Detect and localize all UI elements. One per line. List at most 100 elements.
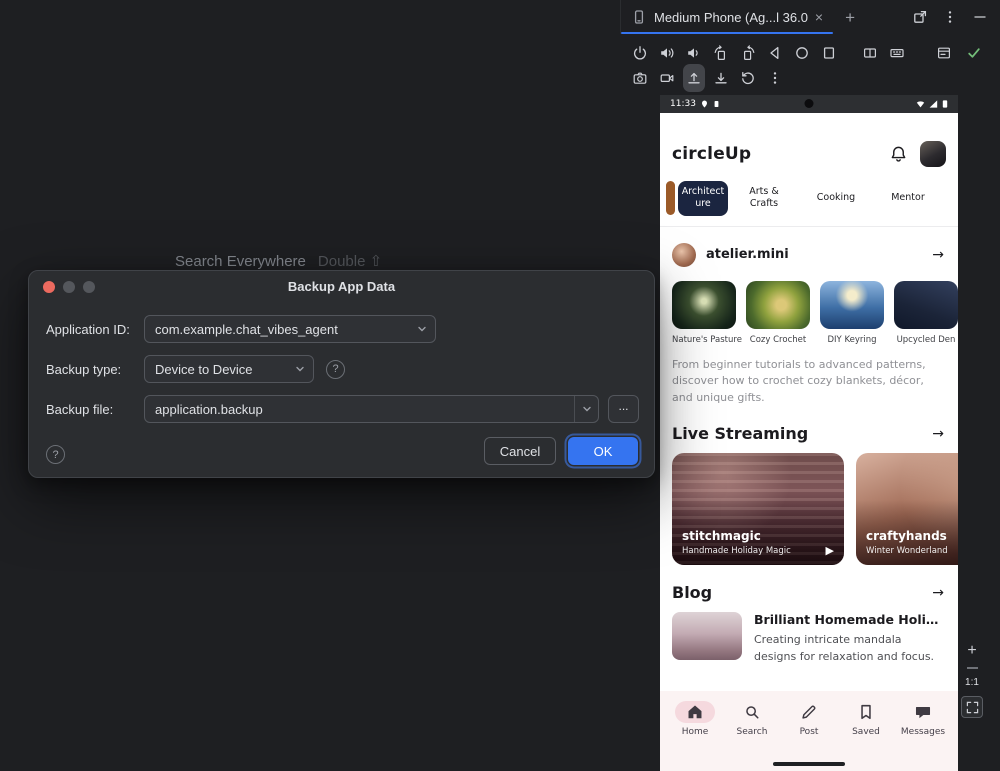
device-screen[interactable]: 11:33 circleUp Architecture Arts & Craf xyxy=(660,95,958,771)
record-screen-button[interactable] xyxy=(659,67,675,89)
screenshot-test-button[interactable] xyxy=(936,42,952,64)
nav-post[interactable]: Post xyxy=(782,701,836,771)
nav-messages[interactable]: Messages xyxy=(896,701,950,771)
featured-profile-row[interactable]: atelier.mini → xyxy=(660,227,958,267)
backup-type-select[interactable]: Device to Device xyxy=(144,355,314,383)
rotate-left-icon xyxy=(713,45,729,61)
kebab-menu-icon xyxy=(767,70,783,86)
arrow-right-icon[interactable]: → xyxy=(932,585,944,601)
card-image xyxy=(820,281,884,329)
app-header: circleUp xyxy=(660,113,958,167)
overview-button[interactable] xyxy=(821,42,837,64)
cancel-button[interactable]: Cancel xyxy=(484,437,556,465)
device-ready-status xyxy=(966,42,982,64)
card-image xyxy=(746,281,810,329)
open-in-window-button[interactable] xyxy=(912,6,928,28)
profile-description: From beginner tutorials to advanced patt… xyxy=(660,345,958,407)
back-button[interactable] xyxy=(767,42,783,64)
fold-device-button[interactable] xyxy=(862,42,878,64)
gesture-bar[interactable] xyxy=(773,762,845,766)
application-id-value: com.example.chat_vibes_agent xyxy=(155,322,409,337)
card-caption: Cozy Crochet xyxy=(746,335,810,345)
tab-scroll-sliver[interactable] xyxy=(666,181,675,215)
push-file-button[interactable] xyxy=(686,67,702,89)
project-card[interactable]: Nature's Pasture xyxy=(672,281,736,345)
backup-file-input[interactable] xyxy=(155,402,566,417)
chevron-down-icon xyxy=(582,404,592,414)
blog-thumbnail xyxy=(672,612,742,660)
tab-cooking[interactable]: Cooking xyxy=(810,192,862,204)
nav-search[interactable]: Search xyxy=(725,701,779,771)
card-image xyxy=(672,281,736,329)
stream-card[interactable]: craftyhands Winter Wonderland xyxy=(856,453,958,565)
save-file-button[interactable] xyxy=(713,67,729,89)
hardware-input-button[interactable] xyxy=(889,42,905,64)
zoom-in-button[interactable]: + xyxy=(967,643,976,659)
nav-home[interactable]: Home xyxy=(668,701,722,771)
blog-post-item[interactable]: Brilliant Homemade Holiday … Creating in… xyxy=(660,602,958,665)
rotate-right-button[interactable] xyxy=(740,42,756,64)
project-card[interactable]: DIY Keyring xyxy=(820,281,884,345)
zoom-reset-button[interactable]: 1:1 xyxy=(965,677,979,688)
tab-architecture[interactable]: Architecture xyxy=(678,181,728,216)
panel-options-button[interactable] xyxy=(942,6,958,28)
application-id-select[interactable]: com.example.chat_vibes_agent xyxy=(144,315,436,343)
battery-icon xyxy=(942,100,948,108)
arrow-right-icon[interactable]: → xyxy=(932,426,944,442)
reset-device-button[interactable] xyxy=(740,67,756,89)
nav-label: Messages xyxy=(901,727,945,737)
backup-file-dropdown-button[interactable] xyxy=(574,396,598,422)
backup-file-combobox[interactable] xyxy=(144,395,599,423)
bookmark-icon xyxy=(857,703,875,721)
zoom-out-button[interactable] xyxy=(967,667,978,669)
notifications-bell-icon[interactable] xyxy=(889,145,908,164)
user-avatar[interactable] xyxy=(920,141,946,167)
project-card[interactable]: Cozy Crochet xyxy=(746,281,810,345)
volume-up-button[interactable] xyxy=(659,42,675,64)
home-button[interactable] xyxy=(794,42,810,64)
more-actions-button[interactable] xyxy=(767,67,783,89)
backup-file-label: Backup file: xyxy=(46,402,144,417)
signal-icon xyxy=(929,100,938,108)
tab-mentor[interactable]: Mentor xyxy=(882,192,934,204)
section-title: Live Streaming xyxy=(672,424,808,443)
device-tab[interactable]: Medium Phone (Ag...l 36.0 × xyxy=(621,0,833,34)
device-tab-title: Medium Phone (Ag...l 36.0 xyxy=(654,10,808,25)
tab-arts-crafts[interactable]: Arts & Crafts xyxy=(738,186,790,211)
kebab-menu-icon xyxy=(942,9,958,25)
backup-type-help-button[interactable]: ? xyxy=(326,360,345,379)
device-toolbar-secondary xyxy=(632,67,783,89)
blog-post-title: Brilliant Homemade Holiday … xyxy=(754,612,944,627)
profile-name: atelier.mini xyxy=(706,247,789,262)
stream-name: stitchmagic xyxy=(682,529,761,543)
nav-saved[interactable]: Saved xyxy=(839,701,893,771)
close-tab-icon[interactable]: × xyxy=(815,10,823,24)
ok-button[interactable]: OK xyxy=(568,437,638,465)
fit-screen-icon xyxy=(966,701,979,714)
card-image xyxy=(894,281,958,329)
keyboard-icon xyxy=(889,45,905,61)
category-tabs: Architecture Arts & Crafts Cooking Mento… xyxy=(660,181,958,227)
volume-down-button[interactable] xyxy=(686,42,702,64)
stream-card[interactable]: stitchmagic Handmade Holiday Magic ▶ xyxy=(672,453,844,565)
search-everywhere-hint: Search EverywhereDouble ⇧ xyxy=(175,252,382,270)
nav-label: Saved xyxy=(852,727,880,737)
dialog-help-button[interactable]: ? xyxy=(46,445,65,464)
project-card-list: Nature's Pasture Cozy Crochet DIY Keyrin… xyxy=(660,267,958,345)
power-button[interactable] xyxy=(632,42,648,64)
add-device-button[interactable]: + xyxy=(845,9,855,26)
hide-panel-button[interactable] xyxy=(972,6,988,28)
browse-file-button[interactable]: ... xyxy=(608,395,639,423)
status-bar: 11:33 xyxy=(660,95,958,113)
fit-to-window-button[interactable] xyxy=(961,696,983,718)
rotate-left-button[interactable] xyxy=(713,42,729,64)
play-icon[interactable]: ▶ xyxy=(826,544,834,557)
bottom-navigation: Home Search Post Saved xyxy=(660,691,958,771)
project-card[interactable]: Upcycled Den xyxy=(894,281,958,345)
wifi-icon xyxy=(916,100,925,108)
take-screenshot-button[interactable] xyxy=(632,67,648,89)
arrow-right-icon[interactable]: → xyxy=(932,247,944,263)
stream-name: craftyhands xyxy=(866,529,947,543)
backup-app-data-dialog: Backup App Data Application ID: com.exam… xyxy=(28,270,655,478)
live-streaming-header: Live Streaming → xyxy=(660,406,958,443)
